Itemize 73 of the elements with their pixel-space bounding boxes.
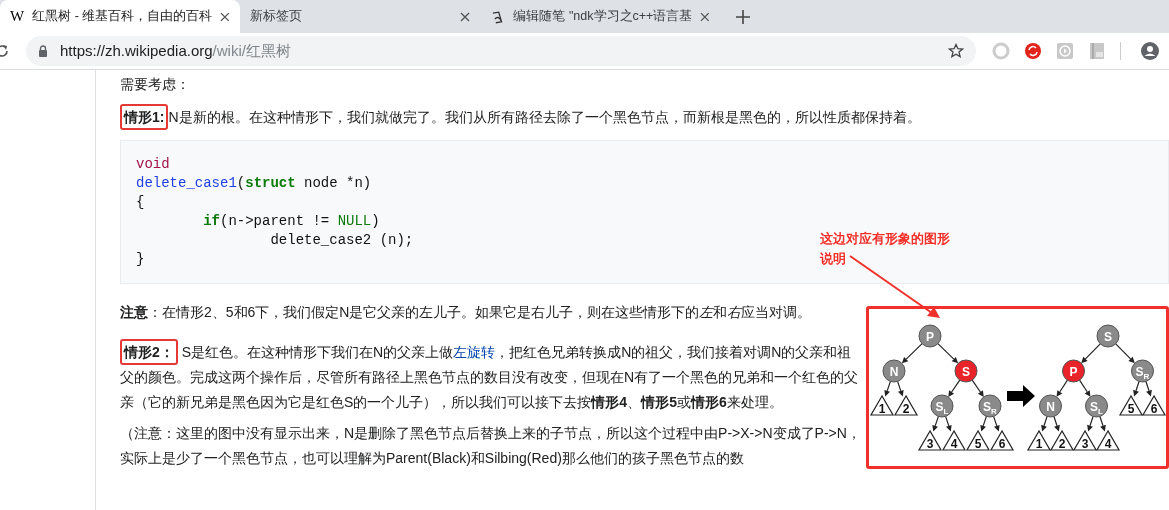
leaf-triangle: 3 [917, 429, 943, 451]
tree-node: S$_{R}$ [978, 394, 1002, 418]
edge-arrow [980, 415, 988, 432]
edge-arrow [1053, 415, 1060, 432]
tree-node: P [1062, 359, 1085, 383]
leaf-triangle: 6 [989, 429, 1015, 451]
edge-arrow [1078, 379, 1091, 397]
browser-tab[interactable]: W 红黑树 - 维基百科，自由的百科 [0, 0, 240, 33]
tab-title: 编辑随笔 "ndk学习之c++语言基 [513, 8, 693, 26]
tree-node: S$_{L}$ [930, 394, 954, 418]
tab-title: 红黑树 - 维基百科，自由的百科 [32, 8, 213, 26]
close-icon[interactable] [460, 11, 470, 22]
leaf-triangle: 4 [1095, 429, 1121, 451]
edge-arrow [896, 380, 904, 397]
leaf-triangle: 6 [1141, 394, 1166, 416]
code-line: } [136, 250, 145, 269]
edge-arrow [1115, 343, 1135, 364]
new-tab-icon[interactable] [736, 10, 750, 24]
edge-arrow [948, 379, 961, 397]
edge-arrow [992, 415, 1000, 432]
edge-arrow [944, 415, 952, 432]
edge-arrow [1056, 379, 1069, 397]
leaf-triangle: 1 [1026, 429, 1052, 451]
note-paragraph: 注意：在情形2、5和6下，我们假定N是它父亲的左儿子。如果它是右儿子，则在这些情形下的左和右应当对调。 [120, 303, 813, 322]
leaf-triangle: 3 [1072, 429, 1098, 451]
edge-arrow [937, 343, 959, 364]
wiki-link[interactable]: 左旋转 [453, 344, 496, 360]
edge-arrow [1087, 415, 1094, 432]
code-line: delete_case2 (n); [269, 231, 414, 250]
edge-arrow [1099, 415, 1106, 432]
section-intro: 需要考虑： [120, 75, 191, 94]
wikipedia-favicon: W [10, 7, 25, 27]
profile-avatar-icon[interactable] [1141, 42, 1159, 60]
edge-arrow [1133, 380, 1140, 397]
callout-text: 这边对应有形象的图形说明 [820, 230, 951, 268]
tree-node: S$_{R}$ [1131, 359, 1154, 383]
star-icon[interactable] [948, 43, 964, 59]
tree-node: S [954, 359, 978, 383]
edge-arrow [1081, 343, 1101, 364]
edge-arrow [1041, 415, 1048, 432]
edge-arrow [901, 343, 923, 364]
right-arrow-icon [1007, 385, 1035, 407]
close-icon[interactable] [700, 11, 710, 22]
leaf-triangle: 4 [941, 429, 967, 451]
address-bar[interactable]: https://zh.wikipedia.org/wiki/红黑树 [26, 36, 976, 66]
close-icon[interactable] [220, 11, 230, 22]
browser-tab[interactable]: 编辑随笔 "ndk学习之c++语言基 [480, 0, 720, 33]
case-paragraph: 情形2： S是红色。在这种情形下我们在N的父亲上做左旋转，把红色兄弟转换成N的祖父，我们接着对调N的父亲和祖父的颜色。完成这两个操作后，尽管所有路径上黑色节点的数目没有改变，但现在N有了一个黑色的兄弟和一个红色的父亲（它的新兄弟是黑色因为它是红色S的一个儿子），所以我们可以接下去按情形4、情形5或情形6来处理。 [120, 340, 862, 415]
code-line: if(n->parent != NULL) [202, 212, 380, 231]
code-line: { [136, 193, 145, 212]
edge-arrow [971, 379, 984, 397]
tab-title: 新标签页 [250, 8, 303, 26]
browser-tab[interactable]: 新标签页 [240, 0, 480, 33]
leaf-triangle: 2 [1049, 429, 1075, 451]
edge-arrow [884, 380, 892, 397]
tree-node: P [918, 324, 942, 348]
edge-arrow [932, 415, 940, 432]
lock-icon [38, 45, 48, 57]
tree-node: S [1096, 324, 1120, 348]
leaf-triangle: 2 [893, 394, 919, 416]
remark-paragraph: （注意：这里的图中没有显示出来，N是删除了黑色节点后替换上来的子节点，所以这个过程中由P->X->N变成了P->N，实际上是少了一个黑色节点，也可以理解为Parent(Black)和Silbing(Red)那么他们的孩子黑色节点的数 [120, 424, 862, 468]
leaf-triangle: 1 [869, 394, 895, 416]
code-line: delete_case1(struct node *n) [136, 174, 372, 193]
refresh-icon[interactable] [1024, 42, 1042, 60]
tree-node: N [882, 359, 906, 383]
url-text: https://zh.wikipedia.org/wiki/红黑树 [60, 40, 292, 61]
leaf-triangle: 5 [965, 429, 991, 451]
code-line: void [136, 155, 170, 174]
case-paragraph: 情形1: N是新的根。在这种情形下，我们就做完了。我们从所有路径去除了一个黑色节点，而新根是黑色的，所以性质都保持着。 [120, 105, 1169, 130]
tree-node: N [1039, 394, 1062, 418]
edge-arrow [1145, 380, 1152, 397]
tree-node: S$_{L}$ [1085, 394, 1108, 418]
leaf-triangle: 5 [1118, 394, 1144, 416]
